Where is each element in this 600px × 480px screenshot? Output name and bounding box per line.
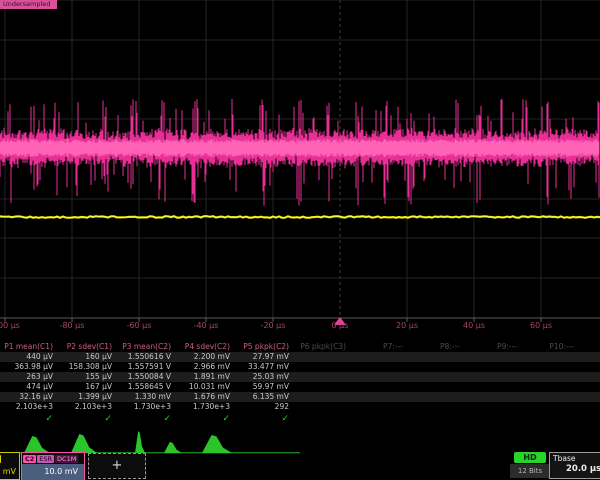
param-stats-row: 440 µV160 µV1.550616 V2.200 mV27.97 mV xyxy=(0,352,600,362)
param-value: 1.550616 V xyxy=(118,352,177,362)
param-value: 1.730e+3 xyxy=(118,402,177,412)
time-tick-label: -100 µs xyxy=(0,321,29,330)
param-header[interactable]: P4 sdev(C2) xyxy=(177,342,236,352)
param-value: 263 µV xyxy=(0,372,59,382)
resolution-bits-label: 12 Bits xyxy=(510,464,550,478)
param-stats-row: 363.98 µV158.308 µV1.557591 V2.966 mV33.… xyxy=(0,362,600,372)
param-value: 1.557591 V xyxy=(118,362,177,372)
time-axis: -100 µs -80 µs -60 µs -40 µs -20 µs 0 µs 20 µs… xyxy=(0,321,600,333)
time-tick-label: -60 µs xyxy=(115,321,163,330)
param-stats-row: 32.16 µV1.399 µV1.330 mV1.676 mV6.135 mV xyxy=(0,392,600,402)
measurement-table: P1 mean(C1)P2 sdev(C1)P3 mean(C2)P4 sdev… xyxy=(0,341,600,425)
tbase-value: 20.0 µs xyxy=(550,463,600,474)
c2-trace[interactable] xyxy=(0,99,599,206)
waveform-display[interactable] xyxy=(0,0,600,340)
param-header-inactive[interactable]: P8:--- xyxy=(409,342,466,352)
param-header[interactable]: P2 sdev(C1) xyxy=(59,342,118,352)
histicon xyxy=(71,434,97,453)
hd-mode-badge[interactable]: HD xyxy=(514,452,546,463)
param-header-inactive[interactable]: P7:--- xyxy=(352,342,409,352)
tbase-label: Tbase xyxy=(550,453,600,463)
param-value: 474 µV xyxy=(0,382,59,392)
add-trace-button[interactable]: + xyxy=(88,453,146,479)
param-value: 2.200 mV xyxy=(177,352,236,362)
timebase-descriptor[interactable]: Tbase 20.0 µs xyxy=(549,452,600,479)
param-value: 6.135 mV xyxy=(236,392,295,402)
param-stats-row: 474 µV167 µV1.558645 V10.031 mV59.97 mV xyxy=(0,382,600,392)
param-value: 25.03 mV xyxy=(236,372,295,382)
time-tick-label: 0 µs xyxy=(316,321,364,330)
param-value: 1.676 mV xyxy=(177,392,236,402)
param-value: 2.966 mV xyxy=(177,362,236,372)
param-header[interactable]: P1 mean(C1) xyxy=(0,342,59,352)
param-value: 1.399 µV xyxy=(59,392,118,402)
histicon xyxy=(135,431,145,453)
param-value: 1.891 mV xyxy=(177,372,236,382)
c2-scale-value: 10.0 mV xyxy=(22,464,84,480)
undersampled-badge: Undersampled xyxy=(0,0,57,9)
channel-c1-descriptor[interactable]: C1 DC1M 10.0 mV xyxy=(0,452,20,480)
param-header-inactive[interactable]: P10:--- xyxy=(523,342,580,352)
c2-coupling-badge: DC1M xyxy=(55,455,78,463)
param-value: 292 xyxy=(236,402,295,412)
param-value: 363.98 µV xyxy=(0,362,59,372)
oscilloscope-screen: Undersampled -100 µs -80 µs -60 µs -40 µs -2… xyxy=(0,0,600,480)
c1-scale-value: 10.0 mV xyxy=(0,464,19,479)
param-status-ok-icon: ✓ xyxy=(118,414,177,424)
param-header-inactive[interactable]: P9:--- xyxy=(466,342,523,352)
param-value: 158.308 µV xyxy=(59,362,118,372)
param-value: 440 µV xyxy=(0,352,59,362)
param-value: 32.16 µV xyxy=(0,392,59,402)
time-tick-label: -40 µs xyxy=(182,321,230,330)
plus-icon: + xyxy=(112,458,123,473)
channel-c2-descriptor[interactable]: C2 ESR DC1M 10.0 mV xyxy=(21,452,85,480)
param-value: 27.97 mV xyxy=(236,352,295,362)
param-value: 1.558645 V xyxy=(118,382,177,392)
histicon xyxy=(24,436,50,453)
param-value: 59.97 mV xyxy=(236,382,295,392)
time-tick-label: -80 µs xyxy=(48,321,96,330)
c1-trace[interactable] xyxy=(0,216,600,218)
param-value: 2.103e+3 xyxy=(59,402,118,412)
param-stats-row: 2.103e+32.103e+31.730e+31.730e+3292 xyxy=(0,402,600,412)
param-value: 167 µV xyxy=(59,382,118,392)
param-value: 160 µV xyxy=(59,352,118,362)
param-value: 155 µV xyxy=(59,372,118,382)
param-value: 1.730e+3 xyxy=(177,402,236,412)
param-status-ok-icon: ✓ xyxy=(236,414,295,424)
parameter-histicons xyxy=(0,428,600,456)
param-header-inactive[interactable]: P11:--- xyxy=(580,342,600,352)
param-header[interactable]: P3 mean(C2) xyxy=(118,342,177,352)
param-header-inactive[interactable]: P6 pkpk(C3) xyxy=(295,342,352,352)
c2-esr-badge: ESR xyxy=(37,455,54,463)
param-header-row: P1 mean(C1)P2 sdev(C1)P3 mean(C2)P4 sdev… xyxy=(0,341,600,352)
time-tick-label: 20 µs xyxy=(383,321,431,330)
param-value: 10.031 mV xyxy=(177,382,236,392)
time-tick-label: -20 µs xyxy=(249,321,297,330)
param-value: 1.330 mV xyxy=(118,392,177,402)
param-header[interactable]: P5 pkpk(C2) xyxy=(236,342,295,352)
param-status-ok-icon: ✓ xyxy=(0,414,59,424)
param-status-ok-icon: ✓ xyxy=(177,414,236,424)
param-stats-row: 263 µV155 µV1.550084 V1.891 mV25.03 mV xyxy=(0,372,600,382)
c2-label-badge: C2 xyxy=(23,455,36,463)
param-value: 2.103e+3 xyxy=(0,402,59,412)
param-status-row: ✓✓✓✓✓ xyxy=(0,412,600,425)
histicon xyxy=(164,442,182,453)
time-tick-label: 60 µs xyxy=(517,321,565,330)
param-status-ok-icon: ✓ xyxy=(59,414,118,424)
time-tick-label: 40 µs xyxy=(450,321,498,330)
histicon xyxy=(202,435,232,453)
param-value: 1.550084 V xyxy=(118,372,177,382)
param-value: 33.477 mV xyxy=(236,362,295,372)
c1-coupling-badge: DC1M xyxy=(0,455,1,463)
